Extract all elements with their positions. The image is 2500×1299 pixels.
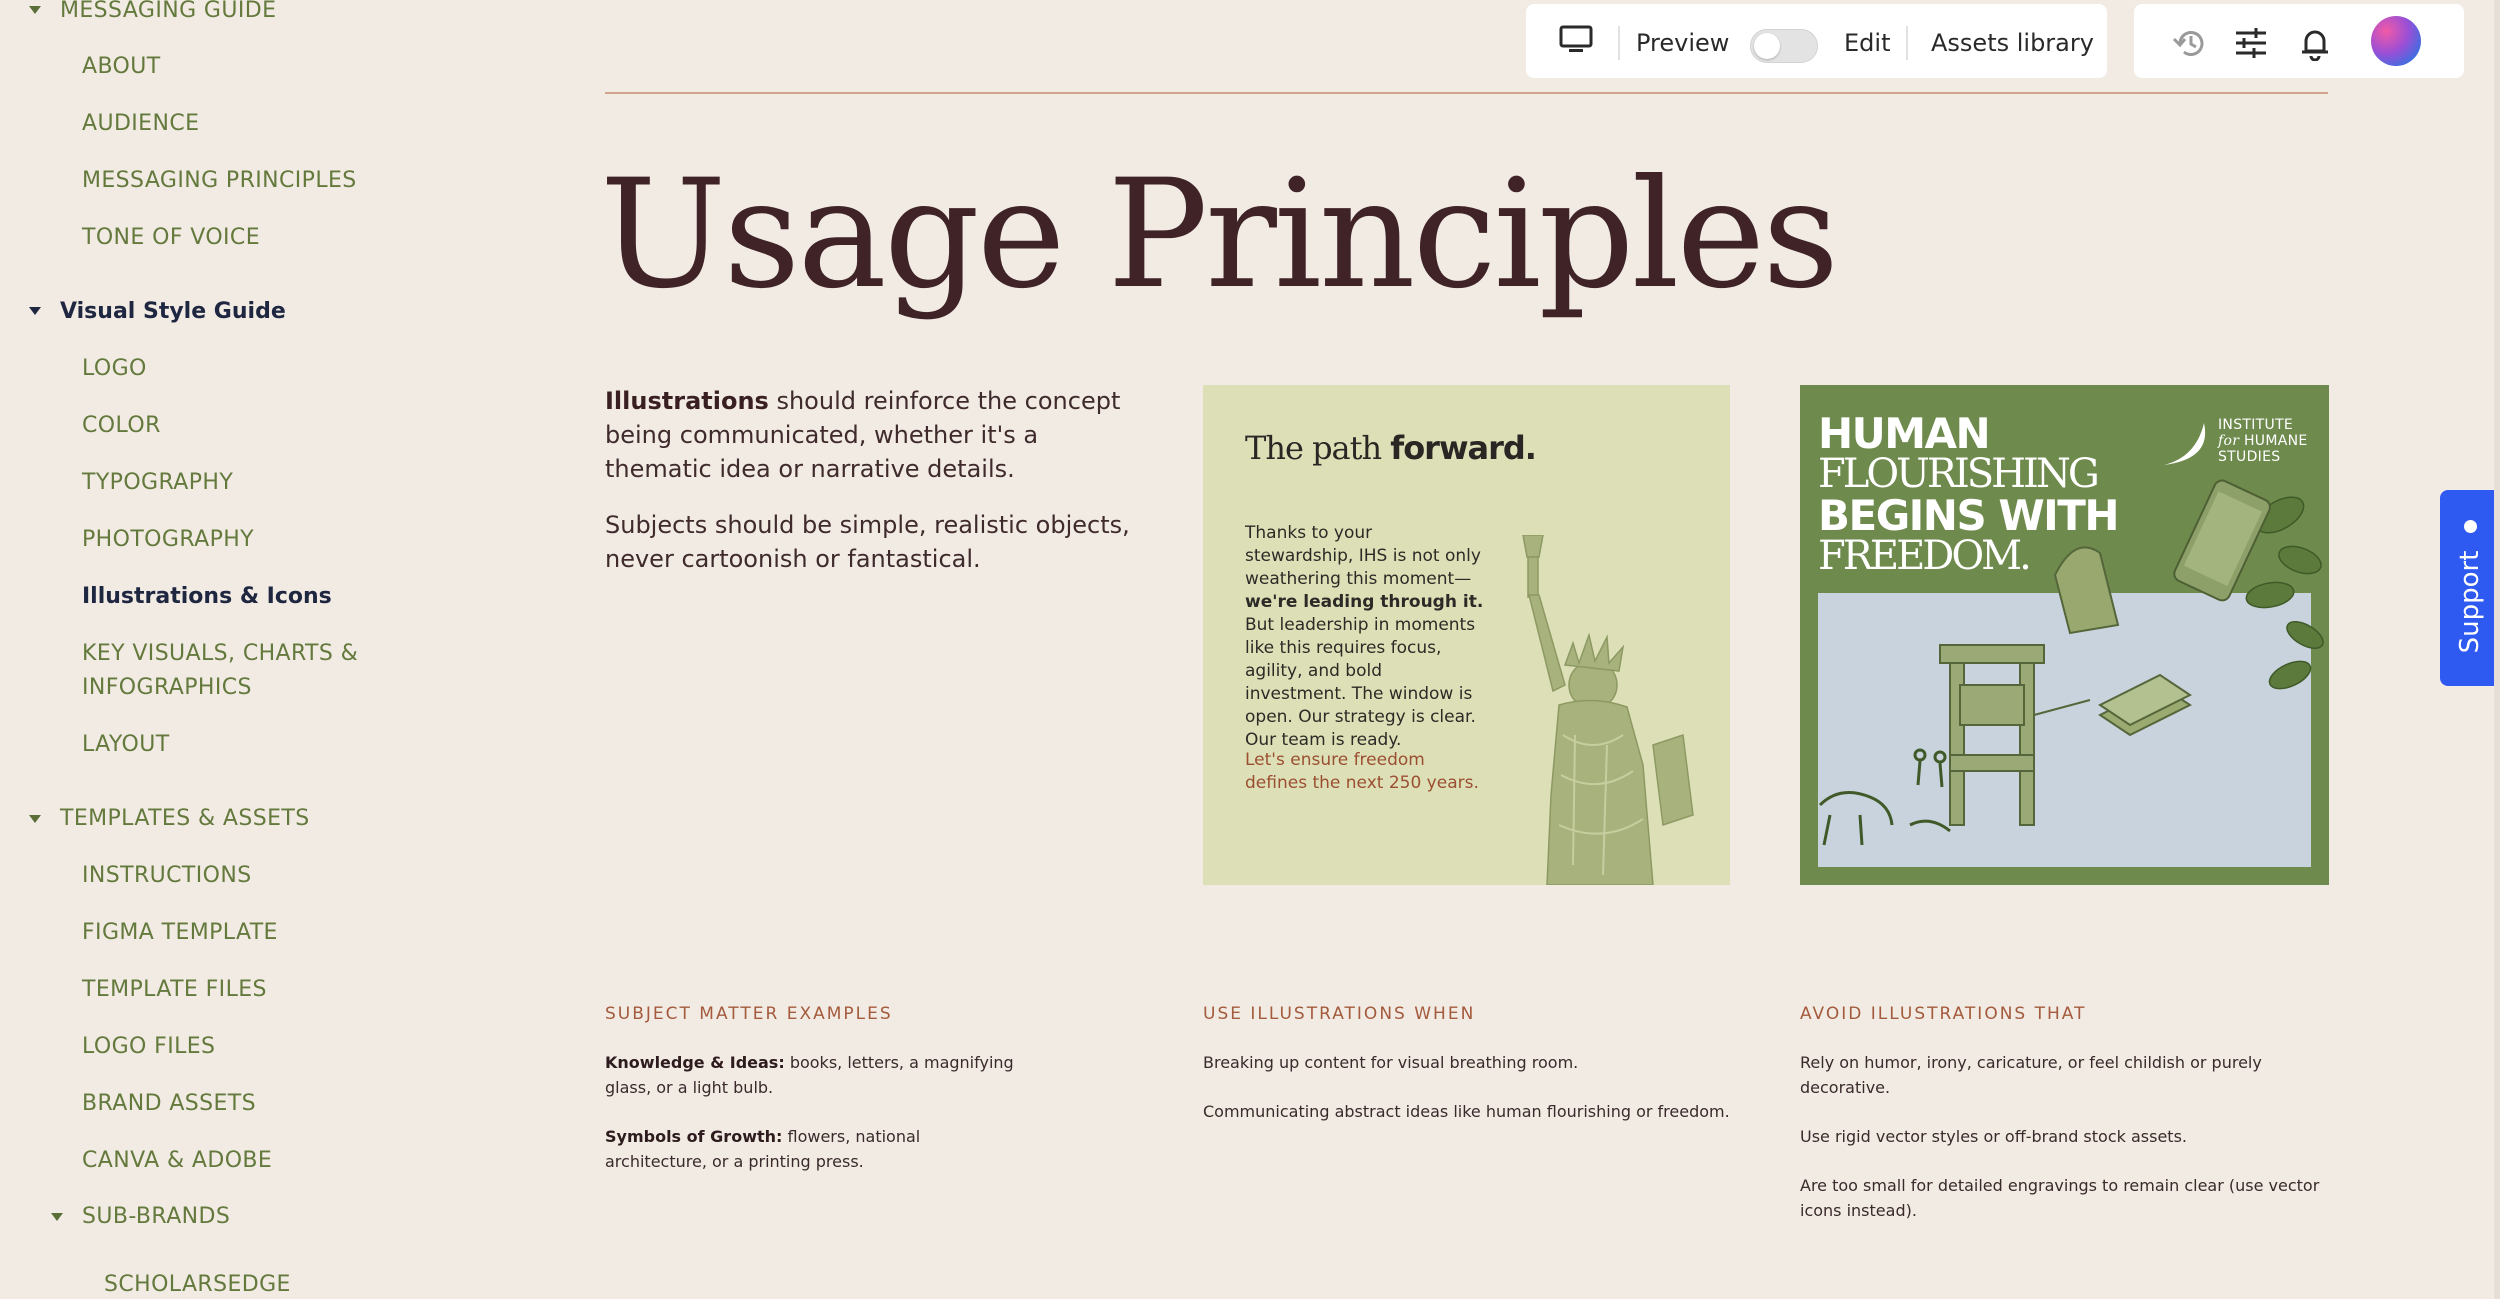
page-title: Usage Principles bbox=[600, 148, 1839, 322]
sidebar-section-templates-assets[interactable]: TEMPLATES & ASSETS bbox=[60, 802, 310, 835]
logo-humane: HUMANE bbox=[2239, 433, 2308, 449]
avoid-item-1: Rely on humor, irony, caricature, or fee… bbox=[1800, 1053, 2262, 1097]
caret-down-icon[interactable] bbox=[29, 815, 41, 823]
card1-title-bold: forward. bbox=[1390, 429, 1537, 467]
sidebar-item-typography[interactable]: TYPOGRAPHY bbox=[82, 466, 233, 499]
caret-down-icon[interactable] bbox=[51, 1213, 63, 1221]
use-illustrations-column: USE ILLUSTRATIONS WHEN Breaking up conte… bbox=[1203, 1004, 1743, 1148]
sidebar-section-sub-brands[interactable]: SUB-BRANDS bbox=[82, 1200, 230, 1233]
caret-down-icon[interactable] bbox=[29, 6, 41, 14]
avoid-illustrations-column: AVOID ILLUSTRATIONS THAT Rely on humor, … bbox=[1800, 1004, 2320, 1247]
edit-label[interactable]: Edit bbox=[1844, 28, 1890, 58]
use-item-2: Communicating abstract ideas like human … bbox=[1203, 1102, 1730, 1121]
card1-title: The path forward. bbox=[1245, 429, 1537, 467]
subject-growth-label: Symbols of Growth: bbox=[605, 1127, 783, 1146]
page-scrollbar[interactable] bbox=[2494, 0, 2500, 1299]
toolbar-divider bbox=[1618, 26, 1620, 60]
card1-body-a: Thanks to your stewardship, IHS is not o… bbox=[1245, 523, 1481, 589]
card2-headline-2: FLOURISHING bbox=[1818, 451, 2100, 497]
use-item-1: Breaking up content for visual breathing… bbox=[1203, 1053, 1579, 1072]
support-dot-icon bbox=[2464, 520, 2477, 533]
logo-line-1: INSTITUTE bbox=[2218, 417, 2294, 433]
intro-paragraph-1: Illustrations should reinforce the conce… bbox=[605, 384, 1135, 486]
card1-body-bold: we're leading through it. bbox=[1245, 592, 1484, 612]
card2-headline-4: FREEDOM. bbox=[1818, 533, 2032, 579]
card2-headline-1: HUMAN bbox=[1818, 409, 1991, 458]
avoid-item-3: Are too small for detailed engravings to… bbox=[1800, 1176, 2320, 1220]
sidebar-section-messaging-guide[interactable]: MESSAGING GUIDE bbox=[60, 0, 276, 27]
intro-bold: Illustrations bbox=[605, 387, 769, 415]
sidebar-item-instructions[interactable]: INSTRUCTIONS bbox=[82, 859, 252, 892]
card1-body-b: But leadership in moments like this requ… bbox=[1245, 615, 1476, 750]
preview-edit-toggle[interactable] bbox=[1750, 29, 1818, 63]
example-card-path-forward: The path forward. Thanks to your steward… bbox=[1203, 385, 1730, 885]
use-illustrations-heading: USE ILLUSTRATIONS WHEN bbox=[1203, 1004, 1476, 1024]
logo-for: for bbox=[2218, 433, 2240, 449]
bell-icon[interactable] bbox=[2298, 25, 2332, 65]
sidebar-nav: MESSAGING GUIDE ABOUT AUDIENCE MESSAGING… bbox=[0, 0, 420, 1299]
intro-text: Illustrations should reinforce the conce… bbox=[605, 384, 1135, 598]
sliders-icon[interactable] bbox=[2234, 26, 2268, 64]
sidebar-item-messaging-principles[interactable]: MESSAGING PRINCIPLES bbox=[82, 164, 357, 197]
sidebar-item-canva-adobe[interactable]: CANVA & ADOBE bbox=[82, 1144, 272, 1177]
caret-down-icon[interactable] bbox=[29, 307, 41, 315]
intro-paragraph-2: Subjects should be simple, realistic obj… bbox=[605, 511, 1130, 573]
sidebar-item-layout[interactable]: LAYOUT bbox=[82, 728, 170, 761]
history-icon[interactable] bbox=[2170, 26, 2208, 64]
avoid-item-2: Use rigid vector styles or off-brand sto… bbox=[1800, 1127, 2187, 1146]
monitor-icon[interactable] bbox=[1558, 24, 1594, 58]
utility-toolbar bbox=[2134, 4, 2464, 78]
sidebar-item-audience[interactable]: AUDIENCE bbox=[82, 107, 199, 140]
card2-headline-3: BEGINS WITH bbox=[1818, 491, 2120, 540]
sidebar-section-visual-style-guide[interactable]: Visual Style Guide bbox=[60, 295, 286, 328]
sidebar-item-color[interactable]: COLOR bbox=[82, 409, 161, 442]
subject-matter-heading: SUBJECT MATTER EXAMPLES bbox=[605, 1004, 893, 1024]
user-avatar[interactable] bbox=[2371, 16, 2421, 66]
avoid-illustrations-heading: AVOID ILLUSTRATIONS THAT bbox=[1800, 1004, 2087, 1024]
sidebar-item-about[interactable]: ABOUT bbox=[82, 50, 161, 83]
sidebar-item-photography[interactable]: PHOTOGRAPHY bbox=[82, 523, 254, 556]
moon-logo-icon bbox=[2160, 419, 2210, 473]
example-card-human-flourishing: HUMAN FLOURISHING BEGINS WITH FREEDOM. I… bbox=[1800, 385, 2329, 885]
sidebar-item-figma-template[interactable]: FIGMA TEMPLATE bbox=[82, 916, 278, 949]
sidebar-item-logo[interactable]: LOGO bbox=[82, 352, 147, 385]
sidebar-item-key-visuals-line2[interactable]: INFOGRAPHICS bbox=[82, 671, 252, 704]
preview-label[interactable]: Preview bbox=[1636, 28, 1729, 58]
card2-headline: HUMAN FLOURISHING BEGINS WITH FREEDOM. bbox=[1818, 413, 2138, 577]
card1-cta: Let's ensure freedom defines the next 25… bbox=[1245, 750, 1479, 793]
logo-line-3: STUDIES bbox=[2218, 449, 2281, 465]
card1-title-light: The path bbox=[1245, 429, 1391, 467]
statue-of-liberty-illustration bbox=[1522, 535, 1694, 885]
subject-matter-column: SUBJECT MATTER EXAMPLES Knowledge & Idea… bbox=[605, 1004, 1025, 1198]
sidebar-item-illustrations-icons[interactable]: Illustrations & Icons bbox=[82, 580, 332, 613]
sidebar-item-key-visuals[interactable]: KEY VISUALS, CHARTS & bbox=[82, 637, 358, 670]
ihs-logo-text: INSTITUTE for HUMANE STUDIES bbox=[2218, 417, 2308, 465]
subject-knowledge: Knowledge & Ideas: books, letters, a mag… bbox=[605, 1050, 1025, 1100]
sidebar-item-scholarsedge[interactable]: SCHOLARSEDGE bbox=[104, 1268, 291, 1299]
logo-line-2: for HUMANE bbox=[2218, 433, 2308, 449]
sidebar-item-brand-assets[interactable]: BRAND ASSETS bbox=[82, 1087, 256, 1120]
subject-growth: Symbols of Growth: flowers, national arc… bbox=[605, 1124, 1025, 1174]
editor-toolbar: Preview Edit Assets library bbox=[1526, 4, 2107, 78]
toolbar-divider bbox=[1906, 26, 1908, 60]
sidebar-item-template-files[interactable]: TEMPLATE FILES bbox=[82, 973, 267, 1006]
subject-knowledge-label: Knowledge & Ideas: bbox=[605, 1053, 785, 1072]
sidebar-item-tone-of-voice[interactable]: TONE OF VOICE bbox=[82, 221, 260, 254]
sidebar-item-logo-files[interactable]: LOGO FILES bbox=[82, 1030, 215, 1063]
support-tab[interactable]: Support bbox=[2440, 490, 2500, 686]
header-rule bbox=[605, 92, 2328, 94]
assets-library-button[interactable]: Assets library bbox=[1931, 28, 2094, 58]
card1-body: Thanks to your stewardship, IHS is not o… bbox=[1245, 522, 1485, 752]
toggle-knob bbox=[1754, 33, 1780, 59]
support-label: Support bbox=[2455, 550, 2485, 654]
